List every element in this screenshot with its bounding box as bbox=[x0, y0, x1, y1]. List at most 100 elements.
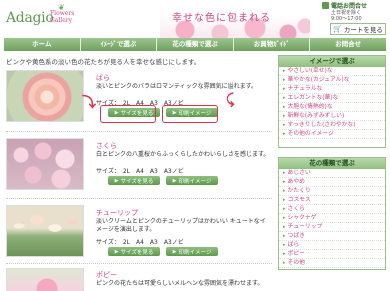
print-image-button[interactable]: ▶ 印刷イメージ bbox=[166, 176, 218, 185]
contact-hours: 9:00～17:00 bbox=[331, 16, 362, 22]
nav-home[interactable]: ホーム bbox=[4, 38, 81, 51]
site-header: Adagio ❦ Flowers Gallery 幸せな色に包まれる 電話お問合… bbox=[0, 0, 390, 38]
sidebar-item-theme[interactable]: ▸ エレガントな(華)な bbox=[279, 94, 385, 103]
product-sizes: サイズ： 2L A4 A3 A3ノビ bbox=[96, 239, 184, 246]
arrow-right-icon: ▶ bbox=[172, 177, 177, 184]
product-image-sakura[interactable] bbox=[6, 138, 84, 190]
arrow-right-icon: ▶ bbox=[114, 177, 119, 184]
sidebar-item-label: シャクナゲ bbox=[287, 215, 317, 221]
bullet-icon: ▸ bbox=[283, 224, 286, 230]
view-size-label: サイズを見る bbox=[120, 178, 154, 185]
sidebar-item-flower[interactable]: ▸ シャクナゲ bbox=[279, 214, 385, 223]
sidebar-item-label: ポピー bbox=[287, 251, 305, 257]
print-image-label: 印刷イメージ bbox=[178, 249, 212, 256]
print-image-label: 印刷イメージ bbox=[178, 178, 212, 185]
view-size-button[interactable]: ▶ サイズを見る bbox=[108, 247, 160, 256]
sidebar-item-theme[interactable]: ▸ ナチュラルな bbox=[279, 85, 385, 94]
sidebar-title: イメージで選ぶ bbox=[279, 56, 385, 67]
bullet-icon: ▸ bbox=[283, 104, 286, 110]
bullet-icon: ▸ bbox=[283, 197, 286, 203]
nav-by-flower-type[interactable]: 花の種類で選ぶ bbox=[157, 38, 234, 51]
bullet-icon: ▸ bbox=[283, 113, 286, 119]
highlight-box bbox=[100, 105, 156, 123]
print-image-button[interactable]: ▶ 印刷イメージ bbox=[166, 247, 218, 256]
sidebar-item-flower[interactable]: ▸ チューリップ bbox=[279, 223, 385, 232]
sidebar-item-flower[interactable]: ▸ あやめ bbox=[279, 178, 385, 187]
sidebar-item-label: 新鮮な(みずみずしい) bbox=[287, 113, 345, 119]
product-description: ピンクの花たちは可愛らしいメルヘンな雰囲気を漂わせます。 bbox=[96, 280, 264, 287]
product-name: ばら bbox=[96, 74, 110, 82]
product-description: 淡いとピンクのバラはロマンティックな雰囲気に溢れます。 bbox=[96, 83, 258, 90]
bullet-icon: ▸ bbox=[283, 233, 286, 239]
highlight-box bbox=[162, 105, 218, 123]
intro-text: ピンクや黄色系の淡い色の花たちが見る人を幸せな感じにします。 bbox=[6, 58, 201, 66]
product-name: ポピー bbox=[96, 271, 117, 279]
sidebar-item-theme[interactable]: ▸ すっきりした(さわやかな) bbox=[279, 121, 385, 130]
product-name: チューリップ bbox=[96, 209, 138, 217]
view-size-button[interactable]: ▶ サイズを見る bbox=[108, 176, 160, 185]
product-image-poppy[interactable] bbox=[6, 268, 84, 291]
sidebar-item-label: チューリップ bbox=[287, 224, 323, 230]
logo-sub-line2: Gallery bbox=[50, 17, 73, 24]
arrow-right-icon: ▶ bbox=[114, 248, 119, 255]
sidebar-item-flower[interactable]: ▸ かたくり bbox=[279, 187, 385, 196]
view-cart-button[interactable]: 🛒 カートを見る bbox=[330, 23, 386, 35]
sidebar-item-flower[interactable]: ▸ その他 bbox=[279, 259, 385, 268]
sidebar-item-label: 華やかな(カジュアル)な bbox=[287, 77, 350, 83]
contact-title: 電話お問合せ bbox=[331, 3, 368, 10]
logo-text: Adagio bbox=[6, 10, 54, 26]
arrow-right-icon: ▶ bbox=[172, 248, 177, 255]
bullet-icon: ▸ bbox=[283, 251, 286, 257]
bullet-icon: ▸ bbox=[283, 68, 286, 74]
bullet-icon: ▸ bbox=[283, 170, 286, 176]
product-image-tulip[interactable] bbox=[6, 205, 84, 257]
sidebar-item-label: ばら bbox=[287, 242, 300, 248]
sidebar-item-flower[interactable]: ▸ あじさい bbox=[279, 169, 385, 178]
curved-arrow-icon: ⤵ bbox=[82, 95, 96, 111]
sidebar-item-theme[interactable]: ▸ その他のイメージ bbox=[279, 130, 385, 139]
sidebar-by-flower-type: 花の種類で選ぶ ▸ あじさい ▸ あやめ ▸ かたくり ▸ コスモス ▸ さくら ▸ シャク… bbox=[278, 157, 386, 270]
nav-by-image[interactable]: ｲﾒｰｼﾞで選ぶ bbox=[81, 38, 158, 51]
bullet-icon: ▸ bbox=[283, 242, 286, 248]
bullet-icon: ▸ bbox=[283, 122, 286, 128]
sidebar-item-theme[interactable]: ▸ 新鮮な(みずみずしい) bbox=[279, 112, 385, 121]
product-item: ポピー ピンクの花たちは可愛らしいメルヘンな雰囲気を漂わせます。 bbox=[6, 268, 268, 291]
sidebar-item-theme[interactable]: ▸ 大胆な(情熱的)な bbox=[279, 103, 385, 112]
logo-sub-line1: Flowers bbox=[50, 10, 75, 17]
product-image-rose[interactable] bbox=[6, 70, 84, 122]
sidebar-by-image: イメージで選ぶ ▸ やさしい(幸せ)な ▸ 華やかな(カジュアル)な ▸ ナチュラルな… bbox=[278, 55, 386, 148]
bullet-icon: ▸ bbox=[283, 260, 286, 266]
sidebar-item-theme[interactable]: ▸ やさしい(幸せ)な bbox=[279, 67, 385, 76]
site-logo[interactable]: Adagio ❦ Flowers Gallery bbox=[6, 3, 74, 34]
divider bbox=[6, 198, 272, 199]
bullet-icon: ▸ bbox=[283, 206, 286, 212]
sidebar-item-label: その他のイメージ bbox=[287, 131, 334, 137]
nav-contact[interactable]: お問合せ bbox=[310, 38, 386, 51]
sidebar-title: 花の種類で選ぶ bbox=[279, 158, 385, 169]
bullet-icon: ▸ bbox=[283, 215, 286, 221]
bullet-icon: ▸ bbox=[283, 86, 286, 92]
sidebar-item-label: あじさい bbox=[287, 170, 311, 176]
product-item: チューリップ 淡いクリームとピンクのチューリップはかわいい キュートなイメージを… bbox=[6, 205, 268, 259]
sidebar-item-theme[interactable]: ▸ 華やかな(カジュアル)な bbox=[279, 76, 385, 85]
curved-arrow-icon: ⤹ bbox=[226, 92, 235, 108]
logo-subtext: Flowers Gallery bbox=[50, 10, 74, 24]
sidebar-item-flower[interactable]: ▸ ポピー bbox=[279, 250, 385, 259]
sidebar-item-label: やさしい(幸せ)な bbox=[287, 68, 333, 74]
bullet-icon: ▸ bbox=[283, 131, 286, 137]
sidebar-item-label: その他 bbox=[287, 260, 305, 266]
divider bbox=[6, 131, 272, 132]
sidebar-item-label: すっきりした(さわやかな) bbox=[287, 122, 356, 128]
sidebar-item-flower[interactable]: ▸ さくら bbox=[279, 205, 385, 214]
product-item: さくら 白とピンクの八重桜からふっくらしたかわいらしさを感じます。 サイズ： 2… bbox=[6, 138, 269, 192]
bullet-icon: ▸ bbox=[283, 179, 286, 185]
sidebar-item-flower[interactable]: ▸ つばき bbox=[279, 232, 385, 241]
product-name: さくら bbox=[96, 142, 117, 150]
product-description: 淡いクリームとピンクのチューリップはかわいい キュートなイメージを演出します。 bbox=[96, 218, 266, 233]
nav-shopping-guide[interactable]: お買物ｶﾞｲﾄﾞ bbox=[234, 38, 311, 51]
main-nav: ホーム ｲﾒｰｼﾞで選ぶ 花の種類で選ぶ お買物ｶﾞｲﾄﾞ お問合せ bbox=[4, 38, 386, 51]
divider bbox=[6, 263, 272, 264]
sidebar-item-flower[interactable]: ▸ ばら bbox=[279, 241, 385, 250]
sidebar-item-label: さくら bbox=[287, 206, 305, 212]
sidebar-item-flower[interactable]: ▸ コスモス bbox=[279, 196, 385, 205]
